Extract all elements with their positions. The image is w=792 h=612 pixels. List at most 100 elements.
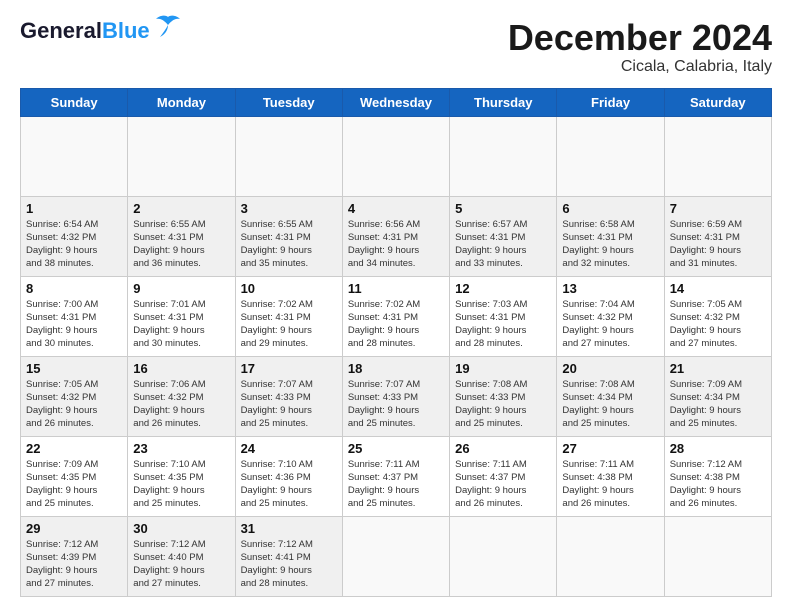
day-info: Sunrise: 7:11 AM Sunset: 4:37 PM Dayligh… (455, 458, 551, 511)
day-number: 14 (670, 281, 766, 296)
calendar-week-0 (21, 116, 772, 196)
logo-bird-icon (154, 15, 182, 43)
day-info: Sunrise: 7:09 AM Sunset: 4:35 PM Dayligh… (26, 458, 122, 511)
day-info: Sunrise: 7:05 AM Sunset: 4:32 PM Dayligh… (670, 298, 766, 351)
day-info: Sunrise: 7:12 AM Sunset: 4:38 PM Dayligh… (670, 458, 766, 511)
calendar-cell: 13Sunrise: 7:04 AM Sunset: 4:32 PM Dayli… (557, 276, 664, 356)
calendar-cell: 23 Sunrise: 7:10 AM Sunset: 4:35 PM Dayli… (128, 436, 235, 516)
day-info: Sunrise: 7:12 AM Sunset: 4:41 PM Dayligh… (241, 538, 337, 591)
col-saturday: Saturday (664, 88, 771, 116)
calendar-cell (128, 116, 235, 196)
calendar-cell: 29Sunrise: 7:12 AM Sunset: 4:39 PM Dayli… (21, 516, 128, 596)
col-thursday: Thursday (450, 88, 557, 116)
day-number: 18 (348, 361, 444, 376)
day-number: 25 (348, 441, 444, 456)
day-info: Sunrise: 6:59 AM Sunset: 4:31 PM Dayligh… (670, 218, 766, 271)
day-number: 28 (670, 441, 766, 456)
calendar-week-5: 29Sunrise: 7:12 AM Sunset: 4:39 PM Dayli… (21, 516, 772, 596)
day-number: 9 (133, 281, 229, 296)
day-info: Sunrise: 6:58 AM Sunset: 4:31 PM Dayligh… (562, 218, 658, 271)
day-number: 8 (26, 281, 122, 296)
calendar-cell: 21Sunrise: 7:09 AM Sunset: 4:34 PM Dayli… (664, 356, 771, 436)
day-info: Sunrise: 7:09 AM Sunset: 4:34 PM Dayligh… (670, 378, 766, 431)
day-number: 30 (133, 521, 229, 536)
col-friday: Friday (557, 88, 664, 116)
day-info: Sunrise: 7:01 AM Sunset: 4:31 PM Dayligh… (133, 298, 229, 351)
col-wednesday: Wednesday (342, 88, 449, 116)
day-number: 1 (26, 201, 122, 216)
day-info: Sunrise: 7:08 AM Sunset: 4:34 PM Dayligh… (562, 378, 658, 431)
calendar-week-2: 8 Sunrise: 7:00 AM Sunset: 4:31 PM Daylig… (21, 276, 772, 356)
calendar-cell (21, 116, 128, 196)
day-info: Sunrise: 6:57 AM Sunset: 4:31 PM Dayligh… (455, 218, 551, 271)
page: GeneralBlue December 2024 Cicala, Calabr… (0, 0, 792, 607)
day-number: 5 (455, 201, 551, 216)
calendar-subtitle: Cicala, Calabria, Italy (508, 58, 772, 76)
calendar-cell (342, 516, 449, 596)
calendar-cell: 28 Sunrise: 7:12 AM Sunset: 4:38 PM Dayli… (664, 436, 771, 516)
header: GeneralBlue December 2024 Cicala, Calabr… (20, 18, 772, 76)
calendar-cell (557, 116, 664, 196)
day-info: Sunrise: 6:56 AM Sunset: 4:31 PM Dayligh… (348, 218, 444, 271)
calendar-cell (450, 116, 557, 196)
calendar-cell: 4 Sunrise: 6:56 AM Sunset: 4:31 PM Daylig… (342, 196, 449, 276)
day-info: Sunrise: 7:10 AM Sunset: 4:35 PM Dayligh… (133, 458, 229, 511)
day-number: 22 (26, 441, 122, 456)
calendar-cell: 12Sunrise: 7:03 AM Sunset: 4:31 PM Dayli… (450, 276, 557, 356)
calendar-table: Sunday Monday Tuesday Wednesday Thursday… (20, 88, 772, 597)
col-monday: Monday (128, 88, 235, 116)
day-number: 12 (455, 281, 551, 296)
calendar-week-3: 15 Sunrise: 7:05 AM Sunset: 4:32 PM Dayli… (21, 356, 772, 436)
calendar-cell: 22 Sunrise: 7:09 AM Sunset: 4:35 PM Dayli… (21, 436, 128, 516)
calendar-cell (235, 116, 342, 196)
calendar-cell: 1 Sunrise: 6:54 AM Sunset: 4:32 PM Daylig… (21, 196, 128, 276)
day-number: 16 (133, 361, 229, 376)
day-info: Sunrise: 7:08 AM Sunset: 4:33 PM Dayligh… (455, 378, 551, 431)
day-number: 15 (26, 361, 122, 376)
day-number: 26 (455, 441, 551, 456)
day-info: Sunrise: 7:11 AM Sunset: 4:37 PM Dayligh… (348, 458, 444, 511)
day-number: 4 (348, 201, 444, 216)
day-number: 23 (133, 441, 229, 456)
calendar-cell: 8 Sunrise: 7:00 AM Sunset: 4:31 PM Daylig… (21, 276, 128, 356)
calendar-cell: 25 Sunrise: 7:11 AM Sunset: 4:37 PM Dayli… (342, 436, 449, 516)
calendar-header-row: Sunday Monday Tuesday Wednesday Thursday… (21, 88, 772, 116)
calendar-cell: 24Sunrise: 7:10 AM Sunset: 4:36 PM Dayli… (235, 436, 342, 516)
calendar-cell: 15 Sunrise: 7:05 AM Sunset: 4:32 PM Dayli… (21, 356, 128, 436)
day-number: 7 (670, 201, 766, 216)
calendar-cell: 2Sunrise: 6:55 AM Sunset: 4:31 PM Daylig… (128, 196, 235, 276)
calendar-cell: 5 Sunrise: 6:57 AM Sunset: 4:31 PM Daylig… (450, 196, 557, 276)
day-number: 6 (562, 201, 658, 216)
calendar-cell (664, 516, 771, 596)
calendar-cell (450, 516, 557, 596)
day-info: Sunrise: 7:11 AM Sunset: 4:38 PM Dayligh… (562, 458, 658, 511)
day-info: Sunrise: 6:54 AM Sunset: 4:32 PM Dayligh… (26, 218, 122, 271)
day-info: Sunrise: 7:12 AM Sunset: 4:39 PM Dayligh… (26, 538, 122, 591)
day-number: 27 (562, 441, 658, 456)
calendar-cell: 14 Sunrise: 7:05 AM Sunset: 4:32 PM Dayli… (664, 276, 771, 356)
calendar-cell: 31Sunrise: 7:12 AM Sunset: 4:41 PM Dayli… (235, 516, 342, 596)
calendar-cell: 19 Sunrise: 7:08 AM Sunset: 4:33 PM Dayli… (450, 356, 557, 436)
day-number: 20 (562, 361, 658, 376)
calendar-title: December 2024 (508, 18, 772, 58)
calendar-cell: 26 Sunrise: 7:11 AM Sunset: 4:37 PM Dayli… (450, 436, 557, 516)
day-info: Sunrise: 7:07 AM Sunset: 4:33 PM Dayligh… (241, 378, 337, 431)
calendar-cell (342, 116, 449, 196)
day-info: Sunrise: 7:02 AM Sunset: 4:31 PM Dayligh… (348, 298, 444, 351)
calendar-week-1: 1 Sunrise: 6:54 AM Sunset: 4:32 PM Daylig… (21, 196, 772, 276)
day-info: Sunrise: 7:05 AM Sunset: 4:32 PM Dayligh… (26, 378, 122, 431)
calendar-cell (664, 116, 771, 196)
day-number: 11 (348, 281, 444, 296)
calendar-cell: 17Sunrise: 7:07 AM Sunset: 4:33 PM Dayli… (235, 356, 342, 436)
day-info: Sunrise: 7:10 AM Sunset: 4:36 PM Dayligh… (241, 458, 337, 511)
calendar-week-4: 22 Sunrise: 7:09 AM Sunset: 4:35 PM Dayli… (21, 436, 772, 516)
calendar-cell: 18Sunrise: 7:07 AM Sunset: 4:33 PM Dayli… (342, 356, 449, 436)
day-info: Sunrise: 7:00 AM Sunset: 4:31 PM Dayligh… (26, 298, 122, 351)
day-number: 19 (455, 361, 551, 376)
calendar-cell: 9 Sunrise: 7:01 AM Sunset: 4:31 PM Daylig… (128, 276, 235, 356)
calendar-cell: 6 Sunrise: 6:58 AM Sunset: 4:31 PM Daylig… (557, 196, 664, 276)
day-info: Sunrise: 7:02 AM Sunset: 4:31 PM Dayligh… (241, 298, 337, 351)
day-info: Sunrise: 6:55 AM Sunset: 4:31 PM Dayligh… (133, 218, 229, 271)
logo: GeneralBlue (20, 18, 182, 44)
calendar-cell: 7 Sunrise: 6:59 AM Sunset: 4:31 PM Daylig… (664, 196, 771, 276)
